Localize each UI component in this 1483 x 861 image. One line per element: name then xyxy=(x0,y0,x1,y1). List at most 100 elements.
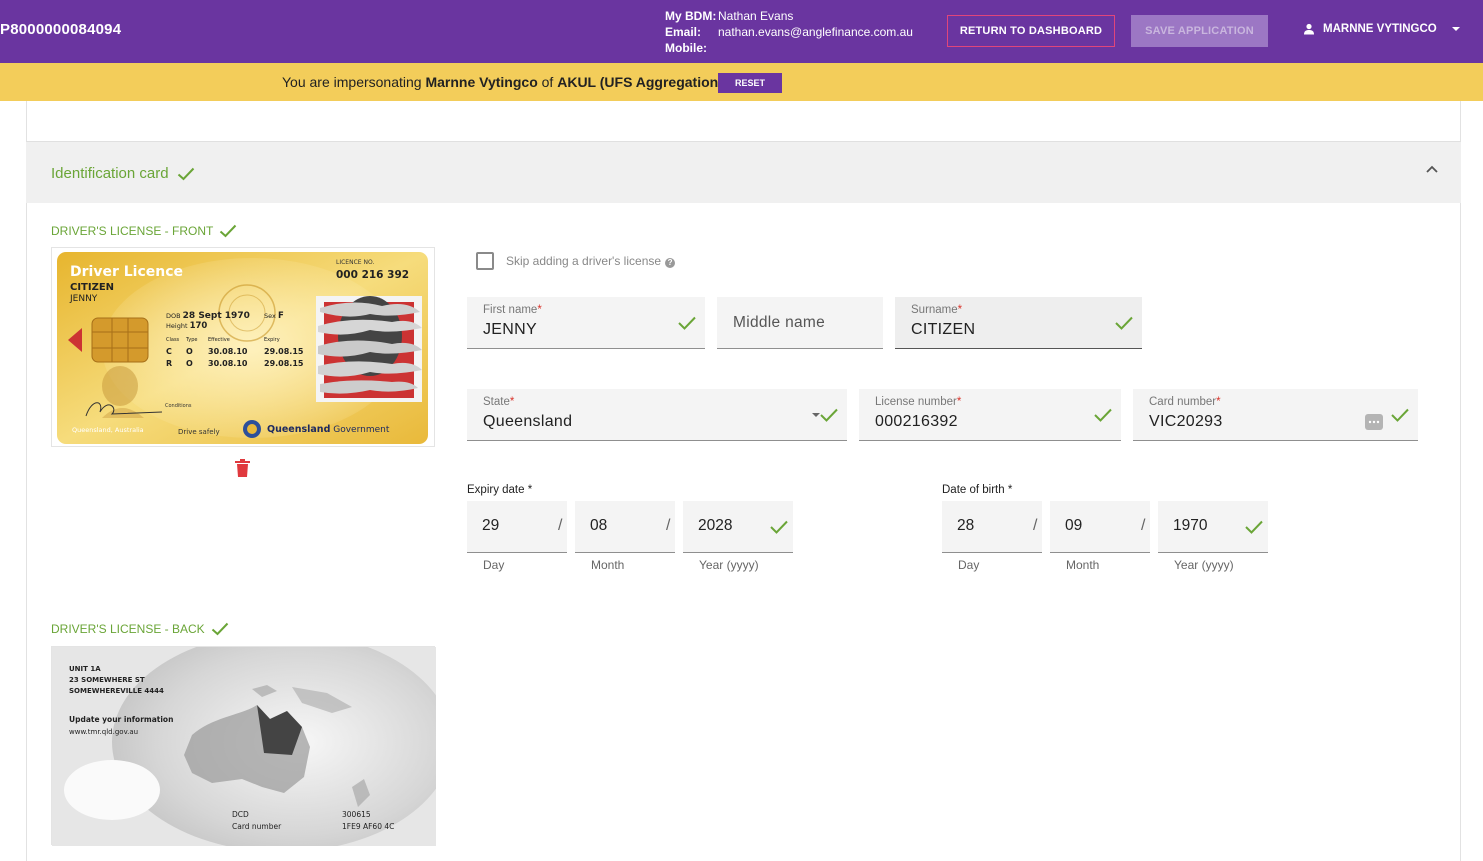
svg-text:JENNY: JENNY xyxy=(69,294,98,304)
middle-name-placeholder: Middle name xyxy=(733,314,826,331)
license-front-graphic: Driver Licence LICENCE NO. 000 216 392 C… xyxy=(57,252,428,444)
surname-field[interactable]: Surname* CITIZEN xyxy=(895,297,1142,349)
svg-text:Card number: Card number xyxy=(232,822,282,831)
license-front-image[interactable]: Driver Licence LICENCE NO. 000 216 392 C… xyxy=(51,247,435,447)
dob-month-input[interactable]: 09 xyxy=(1050,501,1150,553)
svg-text:30.08.10: 30.08.10 xyxy=(208,347,248,356)
check-icon xyxy=(678,316,696,330)
license-back-graphic: UNIT 1A 23 SOMEWHERE ST SOMEWHEREVILLE 4… xyxy=(52,632,452,852)
dob-day-input[interactable]: 28 xyxy=(942,501,1042,553)
svg-text:Type: Type xyxy=(185,337,197,343)
svg-text:CITIZEN: CITIZEN xyxy=(70,282,114,293)
save-application-button[interactable]: SAVE APPLICATION xyxy=(1131,15,1268,47)
date-separator: / xyxy=(1033,517,1038,534)
first-name-field[interactable]: First name* JENNY xyxy=(467,297,705,349)
check-icon xyxy=(1115,316,1133,330)
reset-button[interactable]: RESET xyxy=(718,73,782,93)
bdm-name: Nathan Evans xyxy=(718,9,794,23)
help-icon[interactable]: ? xyxy=(665,257,676,268)
expiry-date-label: Expiry date * xyxy=(467,484,533,496)
user-icon xyxy=(1304,23,1314,35)
skip-drivers-license-checkbox[interactable] xyxy=(476,252,494,270)
chevron-up-icon[interactable] xyxy=(1425,164,1439,174)
date-separator: / xyxy=(666,517,671,534)
svg-text:R: R xyxy=(166,359,172,368)
expiry-day-hint: Day xyxy=(483,558,505,572)
back-license-label: DRIVER'S LICENSE - BACK xyxy=(51,622,229,636)
svg-text:O: O xyxy=(186,359,193,368)
date-of-birth-label: Date of birth * xyxy=(942,484,1013,496)
expiry-year-input[interactable]: 2028 xyxy=(683,501,793,553)
svg-text:Sex F: Sex F xyxy=(264,311,284,321)
impersonation-text: You are impersonating Marnne Vytingco of… xyxy=(282,74,727,90)
state-value: Queensland xyxy=(483,413,573,430)
svg-text:UNIT 1A: UNIT 1A xyxy=(69,665,101,673)
license-number-value: 000216392 xyxy=(875,413,958,430)
user-name: MARNNE VYTINGCO xyxy=(1323,23,1437,35)
identification-card-section-header[interactable]: Identification card xyxy=(26,141,1461,203)
svg-text:30.08.10: 30.08.10 xyxy=(208,359,248,368)
check-icon xyxy=(820,408,838,422)
svg-text:DOB 28 Sept 1970: DOB 28 Sept 1970 xyxy=(166,311,250,321)
svg-text:000 216 392: 000 216 392 xyxy=(336,269,409,281)
return-to-dashboard-button[interactable]: RETURN TO DASHBOARD xyxy=(947,15,1115,47)
expiry-day-input[interactable]: 29 xyxy=(467,501,567,553)
check-icon xyxy=(211,622,228,636)
dob-day-hint: Day xyxy=(958,558,980,572)
state-select[interactable]: State* Queensland xyxy=(467,389,847,441)
svg-text:Effective: Effective xyxy=(208,337,230,343)
svg-text:Driver Licence: Driver Licence xyxy=(70,264,183,280)
first-name-value: JENNY xyxy=(483,321,537,338)
user-menu[interactable]: MARNNE VYTINGCO xyxy=(1303,23,1463,35)
skip-drivers-license-label: Skip adding a driver's license? xyxy=(506,254,676,268)
date-separator: / xyxy=(558,517,563,534)
impersonation-banner: You are impersonating Marnne Vytingco of… xyxy=(0,63,1483,101)
svg-text:C: C xyxy=(166,347,172,356)
svg-text:Queensland Government: Queensland Government xyxy=(267,424,390,435)
svg-text:300615: 300615 xyxy=(342,810,371,819)
card-number-field[interactable]: Card number* VIC20293 xyxy=(1133,389,1418,441)
expiry-month-hint: Month xyxy=(591,558,625,572)
front-license-label: DRIVER'S LICENSE - FRONT xyxy=(51,224,237,238)
bdm-info: My BDM: Nathan Evans Email: nathan.evans@a… xyxy=(665,8,913,56)
svg-text:Expiry: Expiry xyxy=(264,337,280,343)
bdm-label: My BDM: xyxy=(665,9,717,23)
svg-text:Class: Class xyxy=(166,337,180,343)
expiry-year-hint: Year (yyyy) xyxy=(699,558,759,572)
mobile-label: Mobile: xyxy=(665,41,707,55)
svg-text:1FE9 AF60 4C: 1FE9 AF60 4C xyxy=(342,822,394,831)
svg-text:23 SOMEWHERE ST: 23 SOMEWHERE ST xyxy=(69,676,145,684)
check-icon xyxy=(770,520,788,534)
caret-down-icon xyxy=(1451,27,1460,31)
bdm-email[interactable]: nathan.evans@anglefinance.com.au xyxy=(718,24,913,40)
svg-text:29.08.15: 29.08.15 xyxy=(264,359,304,368)
svg-text:Drive safely: Drive safely xyxy=(178,428,220,436)
dob-year-hint: Year (yyyy) xyxy=(1174,558,1234,572)
card-number-value: VIC20293 xyxy=(1149,413,1223,430)
svg-text:29.08.15: 29.08.15 xyxy=(264,347,304,356)
check-icon xyxy=(1094,408,1112,422)
top-bar: P8000000084094 My BDM: Nathan Evans Email… xyxy=(0,0,1483,63)
surname-value: CITIZEN xyxy=(911,321,976,338)
application-id: P8000000084094 xyxy=(0,21,122,38)
check-icon xyxy=(220,224,237,238)
svg-text:Update your information: Update your information xyxy=(69,715,173,724)
expiry-month-input[interactable]: 08 xyxy=(575,501,675,553)
svg-text:Queensland, Australia: Queensland, Australia xyxy=(72,426,144,434)
svg-text:O: O xyxy=(186,347,193,356)
middle-name-field[interactable]: Middle name xyxy=(717,297,883,349)
svg-text:Conditions: Conditions xyxy=(165,403,192,409)
delete-front-image-icon[interactable] xyxy=(235,459,250,477)
svg-text:www.tmr.qld.gov.au: www.tmr.qld.gov.au xyxy=(69,728,138,736)
skip-drivers-license-option[interactable]: Skip adding a driver's license? xyxy=(476,252,676,270)
svg-text:LICENCE NO.: LICENCE NO. xyxy=(336,259,374,266)
date-separator: / xyxy=(1141,517,1146,534)
check-icon xyxy=(1245,520,1263,534)
license-back-image[interactable]: UNIT 1A 23 SOMEWHERE ST SOMEWHEREVILLE 4… xyxy=(51,632,452,852)
dob-year-input[interactable]: 1970 xyxy=(1158,501,1268,553)
dob-month-hint: Month xyxy=(1066,558,1100,572)
more-options-icon[interactable] xyxy=(1365,414,1383,430)
section-title: Identification card xyxy=(51,165,195,182)
svg-text:DCD: DCD xyxy=(232,810,249,819)
license-number-field[interactable]: License number* 000216392 xyxy=(859,389,1121,441)
